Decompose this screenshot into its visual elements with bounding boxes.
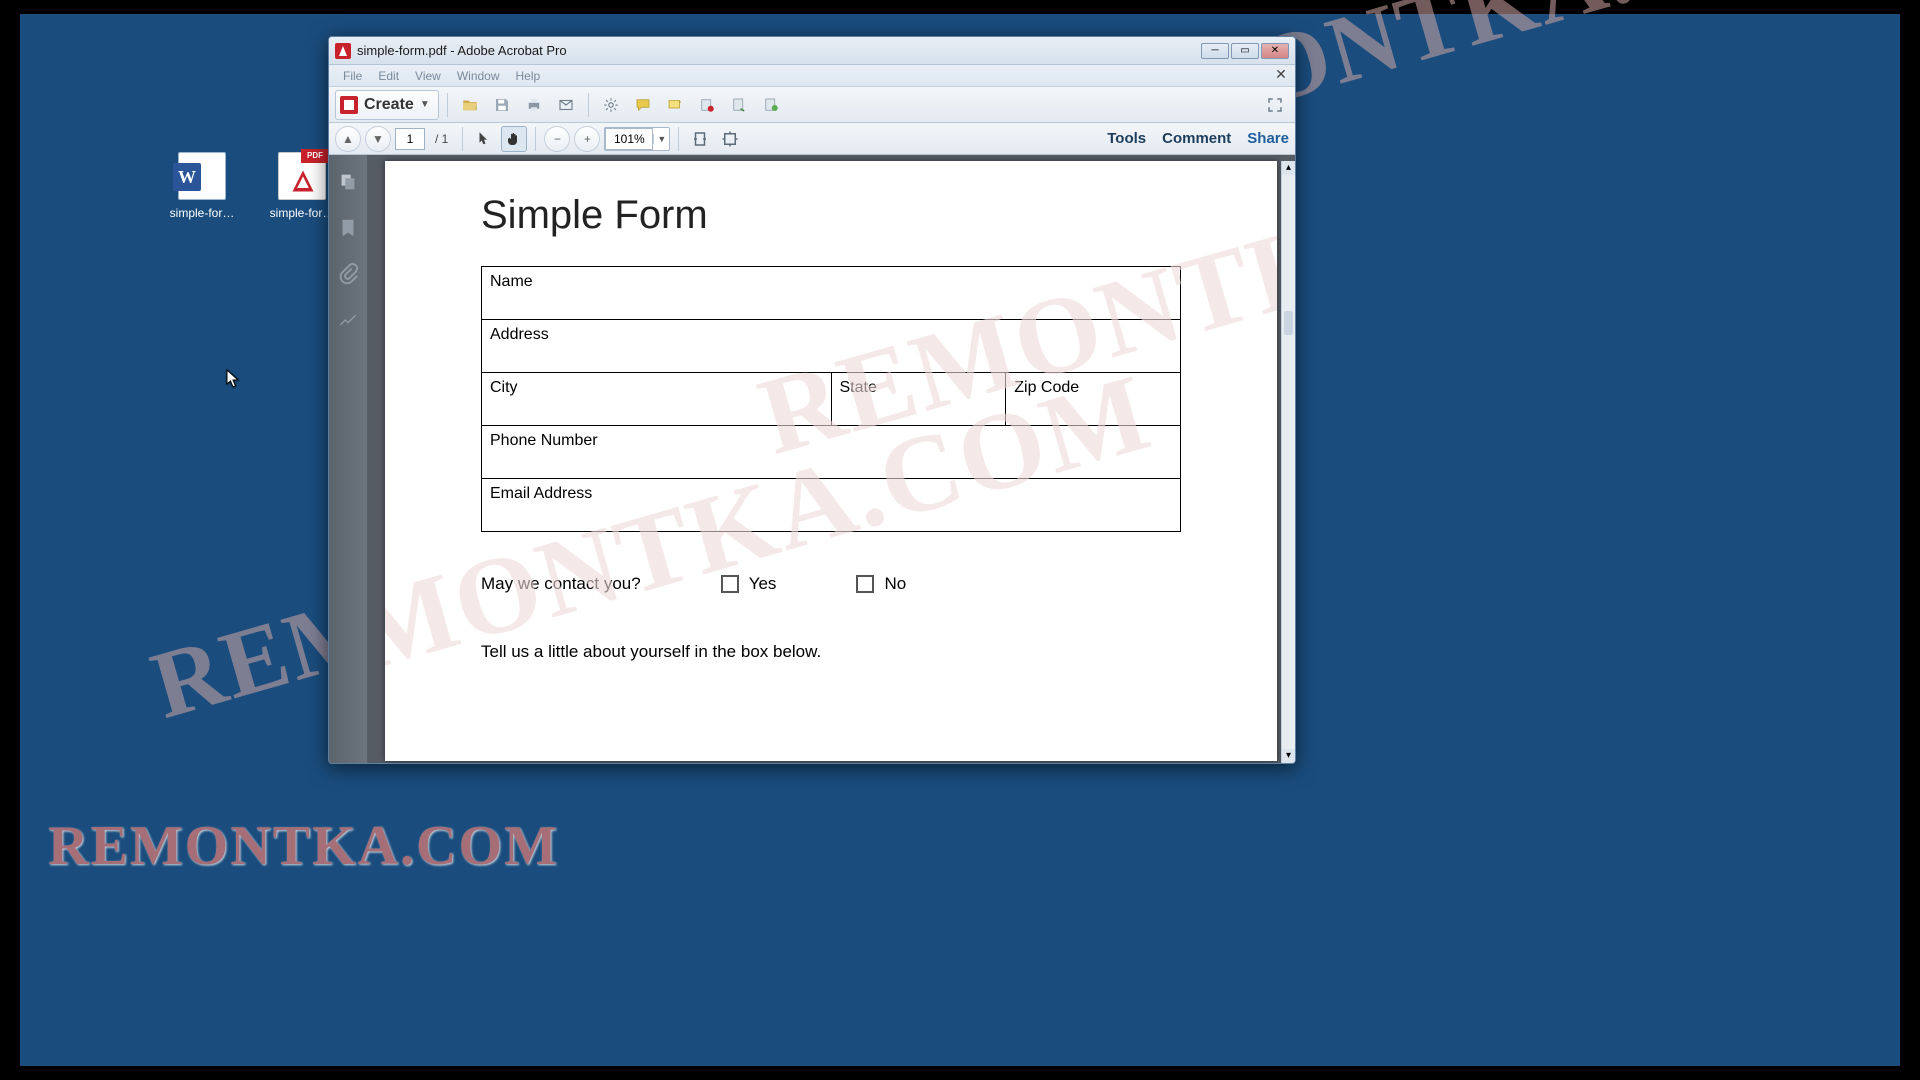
field-address: Address <box>482 320 1181 373</box>
field-name: Name <box>482 267 1181 320</box>
stamp-button[interactable] <box>693 91 721 119</box>
contact-question: May we contact you? <box>481 574 641 594</box>
nav-toolbar: ▲ ▼ / 1 − + 101% ▼ Tools Comment Share <box>329 123 1295 155</box>
tools-panel-button[interactable]: Tools <box>1107 130 1146 147</box>
watermark-footer: REMONTKA.COM <box>48 814 559 878</box>
attachment-icon[interactable] <box>337 263 359 285</box>
open-button[interactable] <box>456 91 484 119</box>
zoom-caret-icon: ▼ <box>653 134 669 144</box>
field-phone: Phone Number <box>482 426 1181 479</box>
page-down-button[interactable]: ▼ <box>365 126 391 152</box>
main-toolbar: Create ▼ <box>329 87 1295 123</box>
menu-help[interactable]: Help <box>508 67 549 85</box>
field-zip: Zip Code <box>1006 373 1181 426</box>
content-area: REMONTKA.COM REMONTKA.COM Simple Form Na… <box>329 155 1295 763</box>
sign-button[interactable] <box>757 91 785 119</box>
checkbox-no[interactable]: No <box>856 574 906 594</box>
checkbox-yes-label: Yes <box>749 574 777 594</box>
scroll-down-icon[interactable]: ▾ <box>1282 749 1295 763</box>
signatures-icon[interactable] <box>337 309 359 331</box>
desktop-icon-word[interactable]: simple-for… <box>165 152 239 220</box>
email-button[interactable] <box>552 91 580 119</box>
create-label: Create <box>364 96 414 114</box>
menu-view[interactable]: View <box>407 67 449 85</box>
zoom-select[interactable]: 101% ▼ <box>604 127 670 151</box>
desktop-icon-label: simple-for… <box>165 206 239 220</box>
tell-us-prompt: Tell us a little about yourself in the b… <box>481 642 1181 662</box>
checkbox-no-label: No <box>884 574 906 594</box>
field-city: City <box>482 373 832 426</box>
window-title: simple-form.pdf - Adobe Acrobat Pro <box>357 43 567 58</box>
field-state: State <box>831 373 1006 426</box>
menu-file[interactable]: File <box>335 67 370 85</box>
word-file-icon <box>178 152 226 200</box>
fullscreen-button[interactable] <box>1261 91 1289 119</box>
comment-bubble-button[interactable] <box>629 91 657 119</box>
separator <box>588 93 589 117</box>
menu-window[interactable]: Window <box>449 67 508 85</box>
zoom-out-button[interactable]: − <box>544 126 570 152</box>
menubar: File Edit View Window Help ✕ <box>329 65 1295 87</box>
vertical-scrollbar[interactable]: ▴ ▾ <box>1281 161 1295 763</box>
desktop: REMONTKA.COM REMONTKA.COM REMONTKA.COM s… <box>20 14 1900 1066</box>
zoom-value: 101% <box>605 128 653 150</box>
page-number-input[interactable] <box>395 128 425 150</box>
print-button[interactable] <box>520 91 548 119</box>
bookmark-icon[interactable] <box>337 217 359 239</box>
document-viewport[interactable]: REMONTKA.COM REMONTKA.COM Simple Form Na… <box>367 155 1295 763</box>
settings-button[interactable] <box>597 91 625 119</box>
attach-button[interactable] <box>725 91 753 119</box>
share-panel-button[interactable]: Share <box>1247 130 1289 147</box>
zoom-in-button[interactable]: + <box>574 126 600 152</box>
mouse-cursor <box>226 369 240 389</box>
pdf-page: REMONTKA.COM REMONTKA.COM Simple Form Na… <box>385 161 1277 761</box>
select-tool-button[interactable] <box>471 126 497 152</box>
page-up-button[interactable]: ▲ <box>335 126 361 152</box>
hand-tool-button[interactable] <box>501 126 527 152</box>
close-document-button[interactable]: ✕ <box>1273 67 1289 83</box>
navigation-pane <box>329 155 367 763</box>
create-pdf-icon <box>340 96 358 114</box>
separator <box>447 93 448 117</box>
form-table: Name Address City State Zip Code Phone N… <box>481 266 1181 532</box>
separator <box>535 127 536 151</box>
save-button[interactable] <box>488 91 516 119</box>
acrobat-window: simple-form.pdf - Adobe Acrobat Pro ─ ▭ … <box>328 36 1296 764</box>
checkbox-yes[interactable]: Yes <box>721 574 777 594</box>
menu-edit[interactable]: Edit <box>370 67 407 85</box>
create-button[interactable]: Create ▼ <box>335 90 439 120</box>
separator <box>462 127 463 151</box>
comment-panel-button[interactable]: Comment <box>1162 130 1231 147</box>
separator <box>678 127 679 151</box>
checkbox-icon <box>856 575 874 593</box>
titlebar[interactable]: simple-form.pdf - Adobe Acrobat Pro ─ ▭ … <box>329 37 1295 65</box>
maximize-button[interactable]: ▭ <box>1231 43 1259 59</box>
fit-width-button[interactable] <box>717 126 743 152</box>
minimize-button[interactable]: ─ <box>1201 43 1229 59</box>
scrollbar-thumb[interactable] <box>1284 311 1293 335</box>
pdf-file-icon <box>278 152 326 200</box>
thumbnails-icon[interactable] <box>337 171 359 193</box>
page-total-label: / 1 <box>429 132 454 146</box>
close-button[interactable]: ✕ <box>1261 43 1289 59</box>
fit-page-button[interactable] <box>687 126 713 152</box>
form-heading: Simple Form <box>481 193 1181 238</box>
field-email: Email Address <box>482 479 1181 532</box>
scroll-up-icon[interactable]: ▴ <box>1282 161 1295 175</box>
dropdown-caret-icon: ▼ <box>420 99 430 110</box>
acrobat-app-icon <box>335 43 351 59</box>
highlight-button[interactable] <box>661 91 689 119</box>
checkbox-icon <box>721 575 739 593</box>
